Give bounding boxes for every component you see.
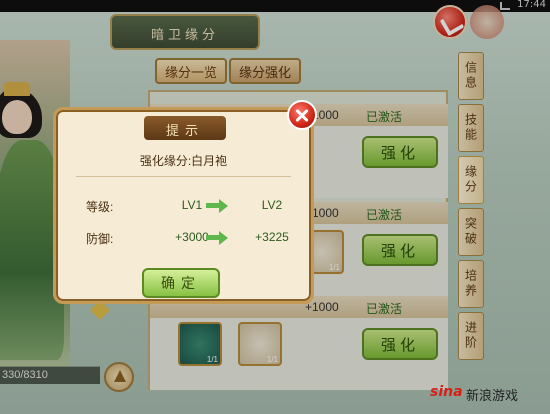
sina-logo: sina bbox=[430, 384, 463, 400]
dialog-subtitle: 强化缘分:白月袍 bbox=[139, 154, 228, 168]
stat-label-level: 等级: bbox=[86, 200, 114, 214]
confirm-button[interactable]: 确定 bbox=[142, 268, 220, 298]
arrow-right-icon bbox=[206, 231, 228, 245]
stat-label-defense: 防御: bbox=[86, 232, 114, 246]
watermark-text: 新浪游戏 bbox=[466, 389, 519, 404]
stat-to-level: LV2 bbox=[261, 198, 283, 212]
game-screen: 17:44 暗卫缘分 缘分一览 缘分强化 信息 技能 缘分 突破 培养 进阶 +… bbox=[0, 0, 550, 414]
watermark: sina 新浪游戏 bbox=[430, 378, 548, 410]
stat-to-defense: +3225 bbox=[255, 230, 289, 244]
arrow-right-icon bbox=[206, 199, 228, 213]
dialog-title: 提示 bbox=[165, 124, 204, 139]
close-icon[interactable] bbox=[287, 100, 317, 130]
dialog-header: 提示 bbox=[144, 116, 226, 140]
divider bbox=[76, 176, 291, 177]
confirm-dialog: 提示 强化缘分:白月袍 等级: LV1 LV2 防御: +3000 +3225 … bbox=[53, 107, 314, 304]
